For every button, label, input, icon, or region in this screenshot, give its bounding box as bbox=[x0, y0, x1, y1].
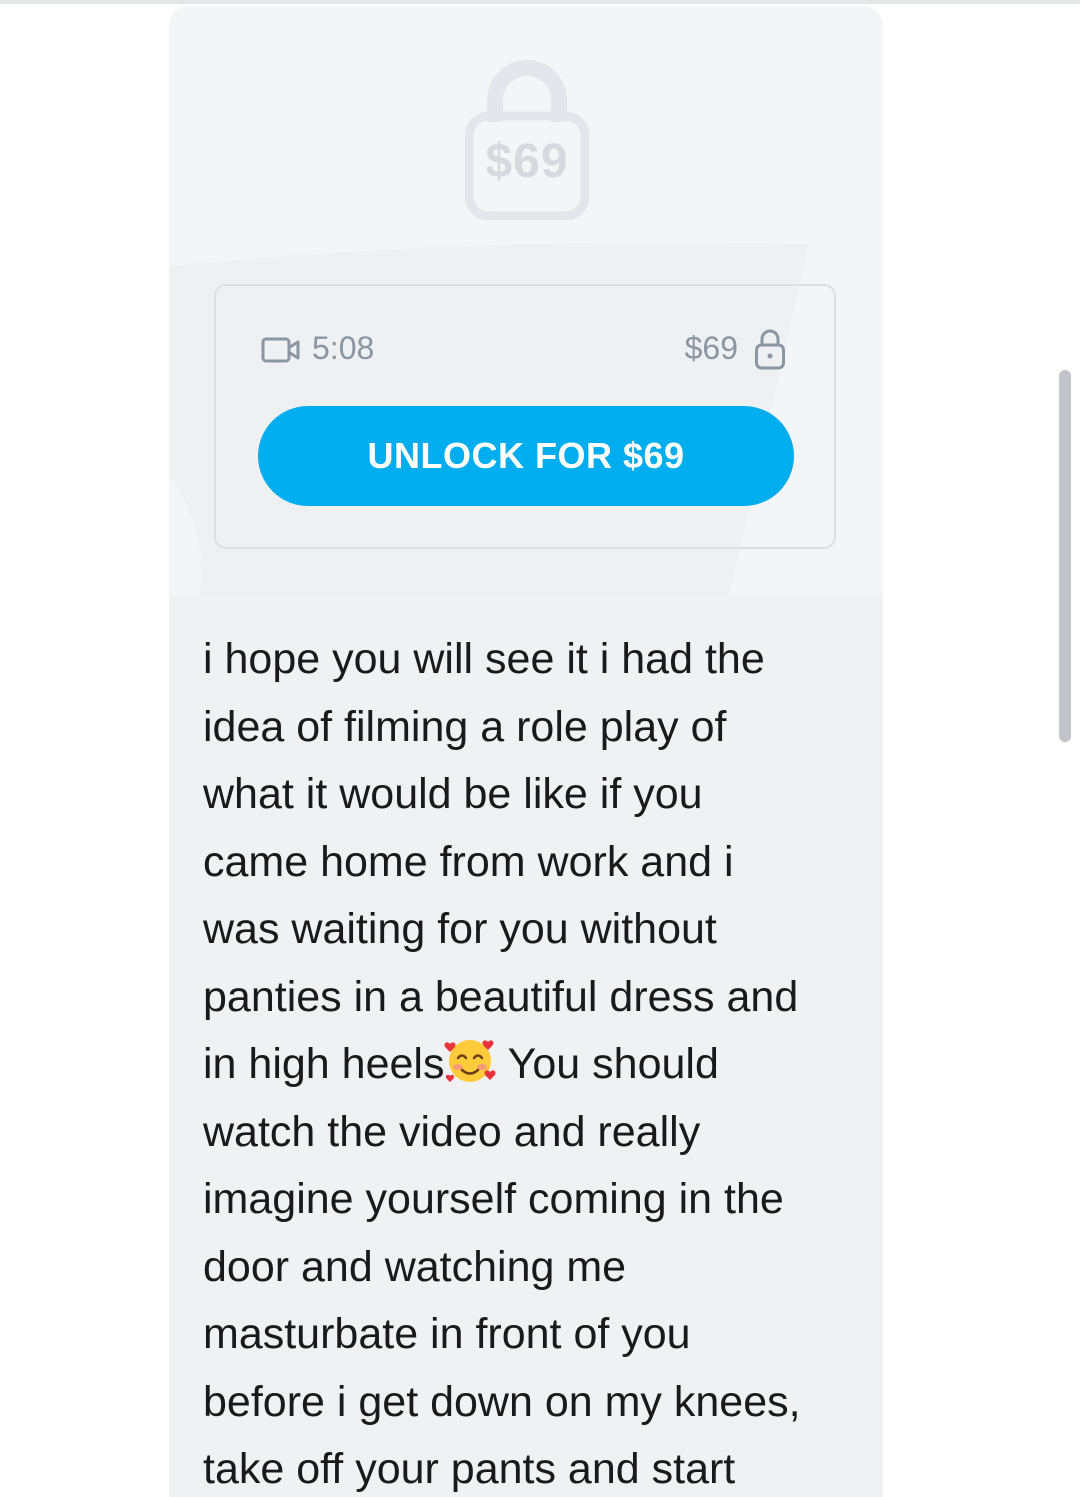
locked-media-preview[interactable]: $69 5:08 $69 UNLOCK FOR $69 bbox=[169, 6, 883, 596]
scrollbar-thumb[interactable] bbox=[1059, 370, 1071, 742]
message-line: masturbate in front of you bbox=[203, 1310, 691, 1358]
message-line: was waiting for you without bbox=[203, 905, 717, 953]
message-line-part: in high heels bbox=[203, 1040, 445, 1088]
lock-icon bbox=[755, 329, 785, 370]
video-camera-icon bbox=[261, 337, 300, 363]
message-line: watch the video and really bbox=[203, 1107, 701, 1156]
unlock-button[interactable]: UNLOCK FOR $69 bbox=[258, 406, 794, 506]
message-line: i hope you will see it i had the bbox=[203, 635, 765, 683]
message-line-with-emoji: in high heels You should bbox=[203, 1031, 853, 1099]
message-line: panties in a beautiful dress and bbox=[203, 972, 799, 1021]
message-line: came home from work and i bbox=[203, 837, 734, 886]
video-duration: 5:08 bbox=[312, 330, 375, 366]
top-divider bbox=[0, 0, 1080, 4]
message-line: door and watching me bbox=[203, 1242, 627, 1291]
lock-overlay-price: $69 bbox=[485, 135, 569, 188]
message-card: $69 5:08 $69 UNLOCK FOR $69 i hope you w… bbox=[169, 6, 883, 1497]
message-text: i hope you will see it i had the idea of… bbox=[203, 626, 853, 1497]
message-line: take off your pants and start bbox=[203, 1445, 736, 1493]
smiling-face-with-hearts-icon bbox=[444, 1040, 496, 1082]
message-line: what it would be like if you bbox=[203, 770, 703, 818]
message-line: before i get down on my knees, bbox=[203, 1377, 801, 1426]
message-line: imagine yourself coming in the bbox=[203, 1175, 784, 1223]
purchase-box: 5:08 $69 UNLOCK FOR $69 bbox=[214, 284, 836, 549]
message-line-part: You should bbox=[496, 1040, 719, 1088]
price-label: $69 bbox=[684, 330, 738, 366]
message-line: idea of filming a role play of bbox=[203, 702, 727, 751]
